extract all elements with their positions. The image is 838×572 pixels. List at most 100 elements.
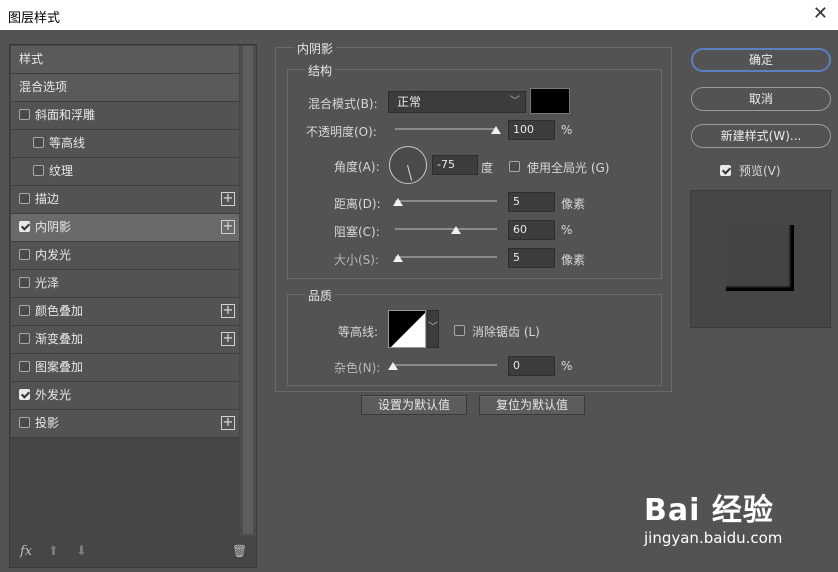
make-default-button[interactable]: 设置为默认值 bbox=[361, 395, 467, 415]
choke-label: 阻塞(C): bbox=[334, 225, 380, 239]
style-item[interactable]: 斜面和浮雕 bbox=[11, 102, 239, 130]
style-item-checkbox[interactable] bbox=[19, 221, 30, 232]
ok-button[interactable]: 确定 bbox=[691, 48, 831, 72]
style-item-checkbox[interactable] bbox=[19, 333, 30, 344]
noise-unit: % bbox=[561, 359, 573, 373]
style-item-checkbox[interactable] bbox=[33, 165, 44, 176]
style-item-checkbox[interactable] bbox=[19, 305, 30, 316]
cancel-button[interactable]: 取消 bbox=[691, 87, 831, 111]
antialias-label: 消除锯齿 (L) bbox=[472, 325, 540, 339]
style-item-label: 图案叠加 bbox=[35, 360, 84, 374]
preview-thumbnail bbox=[690, 190, 831, 328]
style-item[interactable]: 外发光 bbox=[11, 382, 239, 410]
global-light-checkbox[interactable] bbox=[509, 161, 520, 172]
style-item-checkbox[interactable] bbox=[19, 361, 30, 372]
noise-label: 杂色(N): bbox=[334, 361, 381, 375]
window-title: 图层样式 bbox=[8, 11, 61, 26]
style-item[interactable]: 纹理 bbox=[11, 158, 239, 186]
distance-slider-thumb[interactable] bbox=[393, 198, 403, 206]
preview-checkbox[interactable] bbox=[720, 165, 731, 176]
add-effect-icon[interactable]: + bbox=[221, 304, 235, 318]
distance-slider-track[interactable] bbox=[395, 200, 497, 202]
style-item-checkbox[interactable] bbox=[19, 249, 30, 260]
contour-picker[interactable] bbox=[388, 310, 426, 348]
shadow-color-swatch[interactable] bbox=[530, 88, 570, 114]
contour-dropdown[interactable]: ﹀ bbox=[427, 310, 439, 348]
choke-slider-track[interactable] bbox=[395, 228, 497, 230]
style-item[interactable]: 渐变叠加 + bbox=[11, 326, 239, 354]
style-item[interactable]: 内阴影 + bbox=[11, 214, 239, 242]
opacity-slider-track[interactable] bbox=[395, 128, 497, 130]
angle-dial-needle bbox=[407, 165, 413, 181]
add-effect-icon[interactable]: + bbox=[221, 220, 235, 234]
choke-slider-thumb[interactable] bbox=[451, 226, 461, 234]
add-effect-icon[interactable]: + bbox=[221, 192, 235, 206]
opacity-slider-thumb[interactable] bbox=[491, 126, 501, 134]
new-style-button[interactable]: 新建样式(W)... bbox=[691, 124, 831, 148]
style-item-checkbox[interactable] bbox=[19, 193, 30, 204]
angle-label: 角度(A): bbox=[334, 160, 380, 174]
close-icon[interactable]: ✕ bbox=[813, 3, 828, 24]
style-item[interactable]: 光泽 bbox=[11, 270, 239, 298]
style-item-checkbox[interactable] bbox=[19, 109, 30, 120]
size-label: 大小(S): bbox=[334, 253, 380, 267]
add-effect-icon[interactable]: + bbox=[221, 332, 235, 346]
fx-icon[interactable]: fx bbox=[20, 544, 32, 559]
trash-icon[interactable]: 🗑 bbox=[232, 544, 247, 558]
style-item[interactable]: 颜色叠加 + bbox=[11, 298, 239, 326]
style-item[interactable]: 样式 bbox=[11, 46, 239, 74]
styles-footer: fx ⬆ ⬇ 🗑 bbox=[10, 537, 256, 567]
size-unit: 像素 bbox=[561, 253, 586, 267]
inner-shadow-title: 内阴影 bbox=[294, 40, 337, 57]
distance-input[interactable]: 5 bbox=[508, 192, 555, 212]
reset-default-button[interactable]: 复位为默认值 bbox=[479, 395, 585, 415]
angle-input[interactable]: -75 bbox=[432, 155, 478, 175]
global-light-label: 使用全局光 (G) bbox=[527, 161, 610, 175]
add-effect-icon[interactable]: + bbox=[221, 416, 235, 430]
style-item[interactable]: 等高线 bbox=[11, 130, 239, 158]
style-item-label: 外发光 bbox=[35, 388, 72, 402]
watermark-url: jingyan.baidu.com bbox=[644, 529, 783, 547]
opacity-input[interactable]: 100 bbox=[508, 120, 555, 140]
styles-scrollbar[interactable] bbox=[240, 46, 256, 536]
style-item-label: 内阴影 bbox=[35, 220, 72, 234]
noise-slider-thumb[interactable] bbox=[388, 362, 398, 370]
blend-mode-value: 正常 bbox=[397, 95, 422, 109]
size-input[interactable]: 5 bbox=[508, 248, 555, 268]
opacity-unit: % bbox=[561, 123, 573, 137]
style-item-checkbox[interactable] bbox=[19, 417, 30, 428]
move-up-icon[interactable]: ⬆ bbox=[48, 544, 59, 559]
antialias-checkbox[interactable] bbox=[454, 325, 465, 336]
move-down-icon[interactable]: ⬇ bbox=[76, 544, 87, 559]
style-item[interactable]: 投影 + bbox=[11, 410, 239, 438]
scrollbar-thumb[interactable] bbox=[243, 46, 253, 534]
style-item-checkbox[interactable] bbox=[33, 137, 44, 148]
choke-input[interactable]: 60 bbox=[508, 220, 555, 240]
baidu-watermark: Bai 经验 jingyan.baidu.com bbox=[644, 485, 782, 547]
style-item-checkbox[interactable] bbox=[19, 277, 30, 288]
style-item-label: 颜色叠加 bbox=[35, 304, 84, 318]
style-item[interactable]: 内发光 bbox=[11, 242, 239, 270]
style-item[interactable]: 混合选项 bbox=[11, 74, 239, 102]
style-item-label: 光泽 bbox=[35, 276, 60, 290]
distance-label: 距离(D): bbox=[334, 197, 381, 211]
style-item-label: 纹理 bbox=[49, 164, 74, 178]
angle-dial[interactable] bbox=[389, 146, 427, 184]
size-slider-track[interactable] bbox=[395, 256, 497, 258]
style-item-label: 等高线 bbox=[49, 136, 86, 150]
preview-square bbox=[726, 225, 794, 291]
noise-slider-track[interactable] bbox=[395, 364, 497, 366]
angle-unit: 度 bbox=[481, 161, 494, 175]
watermark-main: Bai 经验 bbox=[644, 493, 774, 528]
noise-input[interactable]: 0 bbox=[508, 356, 555, 376]
style-item-checkbox[interactable] bbox=[19, 389, 30, 400]
style-item-label: 描边 bbox=[35, 192, 60, 206]
style-item[interactable]: 描边 + bbox=[11, 186, 239, 214]
style-item-label: 渐变叠加 bbox=[35, 332, 84, 346]
blend-mode-select[interactable]: 正常 ﹀ bbox=[388, 91, 526, 113]
style-item-label: 投影 bbox=[35, 416, 60, 430]
size-slider-thumb[interactable] bbox=[393, 254, 403, 262]
style-item-label: 内发光 bbox=[35, 248, 72, 262]
style-item[interactable]: 图案叠加 bbox=[11, 354, 239, 382]
style-item-label: 样式 bbox=[19, 52, 44, 66]
